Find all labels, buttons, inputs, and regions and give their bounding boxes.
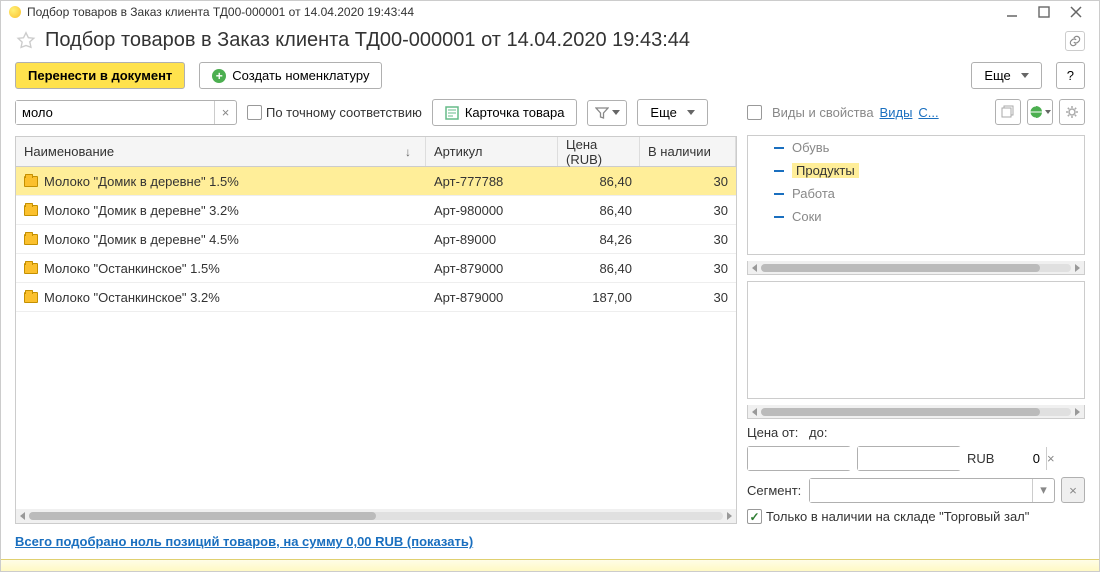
tree-hscroll[interactable] <box>747 261 1085 275</box>
types-checkbox[interactable] <box>747 105 762 120</box>
minimize-button[interactable] <box>997 3 1027 21</box>
price-from-label: Цена от: <box>747 425 803 440</box>
clear-search-button[interactable]: × <box>214 101 236 124</box>
footer: Всего подобрано ноль позиций товаров, на… <box>1 524 1099 559</box>
table-hscroll[interactable] <box>16 509 736 523</box>
segment-dd[interactable]: ▾ <box>1032 479 1054 502</box>
summary-link[interactable]: Всего подобрано ноль позиций товаров, на… <box>15 534 473 549</box>
star-icon[interactable] <box>15 30 37 52</box>
funnel-icon <box>595 106 609 120</box>
empty-hscroll[interactable] <box>747 405 1085 419</box>
only-stock-checkbox[interactable]: Только в наличии на складе "Торговый зал… <box>747 509 1029 524</box>
card-icon <box>445 106 459 120</box>
category-tree: ОбувьПродуктыРаботаСоки <box>747 135 1085 255</box>
transfer-button[interactable]: Перенести в документ <box>15 62 185 89</box>
dash-icon <box>774 216 784 218</box>
tree-item[interactable]: Продукты <box>748 159 1084 182</box>
toolbar-search: × По точному соответствию Карточка товар… <box>15 99 737 126</box>
product-card-button[interactable]: Карточка товара <box>432 99 578 126</box>
close-button[interactable] <box>1061 3 1091 21</box>
col-article[interactable]: Артикул <box>426 137 558 166</box>
more-button-2[interactable]: Еще <box>637 99 707 126</box>
table-row[interactable]: Молоко "Останкинское" 1.5%Арт-87900086,4… <box>16 254 736 283</box>
globe-icon <box>1029 105 1043 119</box>
right-toolbar: Виды и свойства Виды С... <box>747 99 1085 125</box>
col-name[interactable]: Наименование↓ <box>16 137 426 166</box>
folder-icon <box>24 205 38 216</box>
copy-icon-button[interactable] <box>995 99 1021 125</box>
dash-icon <box>774 170 784 172</box>
bottom-hint-bar <box>1 559 1099 571</box>
link-icon-button[interactable] <box>1065 31 1085 51</box>
col-price[interactable]: Цена (RUB) <box>558 137 640 166</box>
filter-button[interactable] <box>587 100 627 126</box>
titlebar: Подбор товаров в Заказ клиента ТД00-0000… <box>1 1 1099 23</box>
dash-icon <box>774 193 784 195</box>
create-nomenclature-button[interactable]: +Создать номенклатуру <box>199 62 382 89</box>
table-row[interactable]: Молоко "Останкинское" 3.2%Арт-879000187,… <box>16 283 736 312</box>
currency-label: RUB <box>967 451 994 466</box>
vidy-link[interactable]: Виды <box>880 105 913 120</box>
properties-panel <box>747 281 1085 399</box>
table-row[interactable]: Молоко "Домик в деревне" 3.2%Арт-9800008… <box>16 196 736 225</box>
segment-input[interactable] <box>810 479 1032 502</box>
copy-icon <box>1001 105 1015 119</box>
gear-icon-button[interactable] <box>1059 99 1085 125</box>
search-input[interactable] <box>16 101 214 124</box>
folder-icon <box>24 292 38 303</box>
folder-icon <box>24 176 38 187</box>
app-icon <box>9 6 21 18</box>
price-to-clear[interactable]: × <box>1046 447 1055 470</box>
gear-icon <box>1065 105 1079 119</box>
items-table: Наименование↓ Артикул Цена (RUB) В налич… <box>15 136 737 524</box>
page-header: Подбор товаров в Заказ клиента ТД00-0000… <box>1 23 1099 58</box>
dash-icon <box>774 147 784 149</box>
help-button[interactable]: ? <box>1056 62 1085 89</box>
folder-icon <box>24 234 38 245</box>
types-props-label: Виды и свойства <box>772 105 874 120</box>
sort-icon: ↓ <box>405 145 411 159</box>
more-button[interactable]: Еще <box>971 62 1041 89</box>
tree-item[interactable]: Соки <box>748 205 1084 228</box>
filters: Цена от: до: × × RUB Сегмент: ▾ × Только… <box>747 425 1085 524</box>
plus-icon: + <box>212 69 226 83</box>
tree-item[interactable]: Обувь <box>748 136 1084 159</box>
table-row[interactable]: Молоко "Домик в деревне" 4.5%Арт-8900084… <box>16 225 736 254</box>
window-title: Подбор товаров в Заказ клиента ТД00-0000… <box>27 5 414 19</box>
table-header: Наименование↓ Артикул Цена (RUB) В налич… <box>16 137 736 167</box>
maximize-button[interactable] <box>1029 3 1059 21</box>
folder-icon <box>24 263 38 274</box>
exact-match-checkbox[interactable]: По точному соответствию <box>247 105 422 120</box>
price-to-input[interactable] <box>858 447 1046 470</box>
col-stock[interactable]: В наличии <box>640 137 736 166</box>
toolbar-primary: Перенести в документ +Создать номенклату… <box>1 58 1099 99</box>
segment-clear[interactable]: × <box>1061 477 1085 503</box>
search-input-wrapper: × <box>15 100 237 125</box>
price-to-label: до: <box>809 425 865 440</box>
segment-label: Сегмент: <box>747 483 803 498</box>
globe-icon-button[interactable] <box>1027 99 1053 125</box>
tree-item[interactable]: Работа <box>748 182 1084 205</box>
page-title: Подбор товаров в Заказ клиента ТД00-0000… <box>45 29 1065 52</box>
c-link[interactable]: С... <box>918 105 938 120</box>
table-row[interactable]: Молоко "Домик в деревне" 1.5%Арт-7777888… <box>16 167 736 196</box>
